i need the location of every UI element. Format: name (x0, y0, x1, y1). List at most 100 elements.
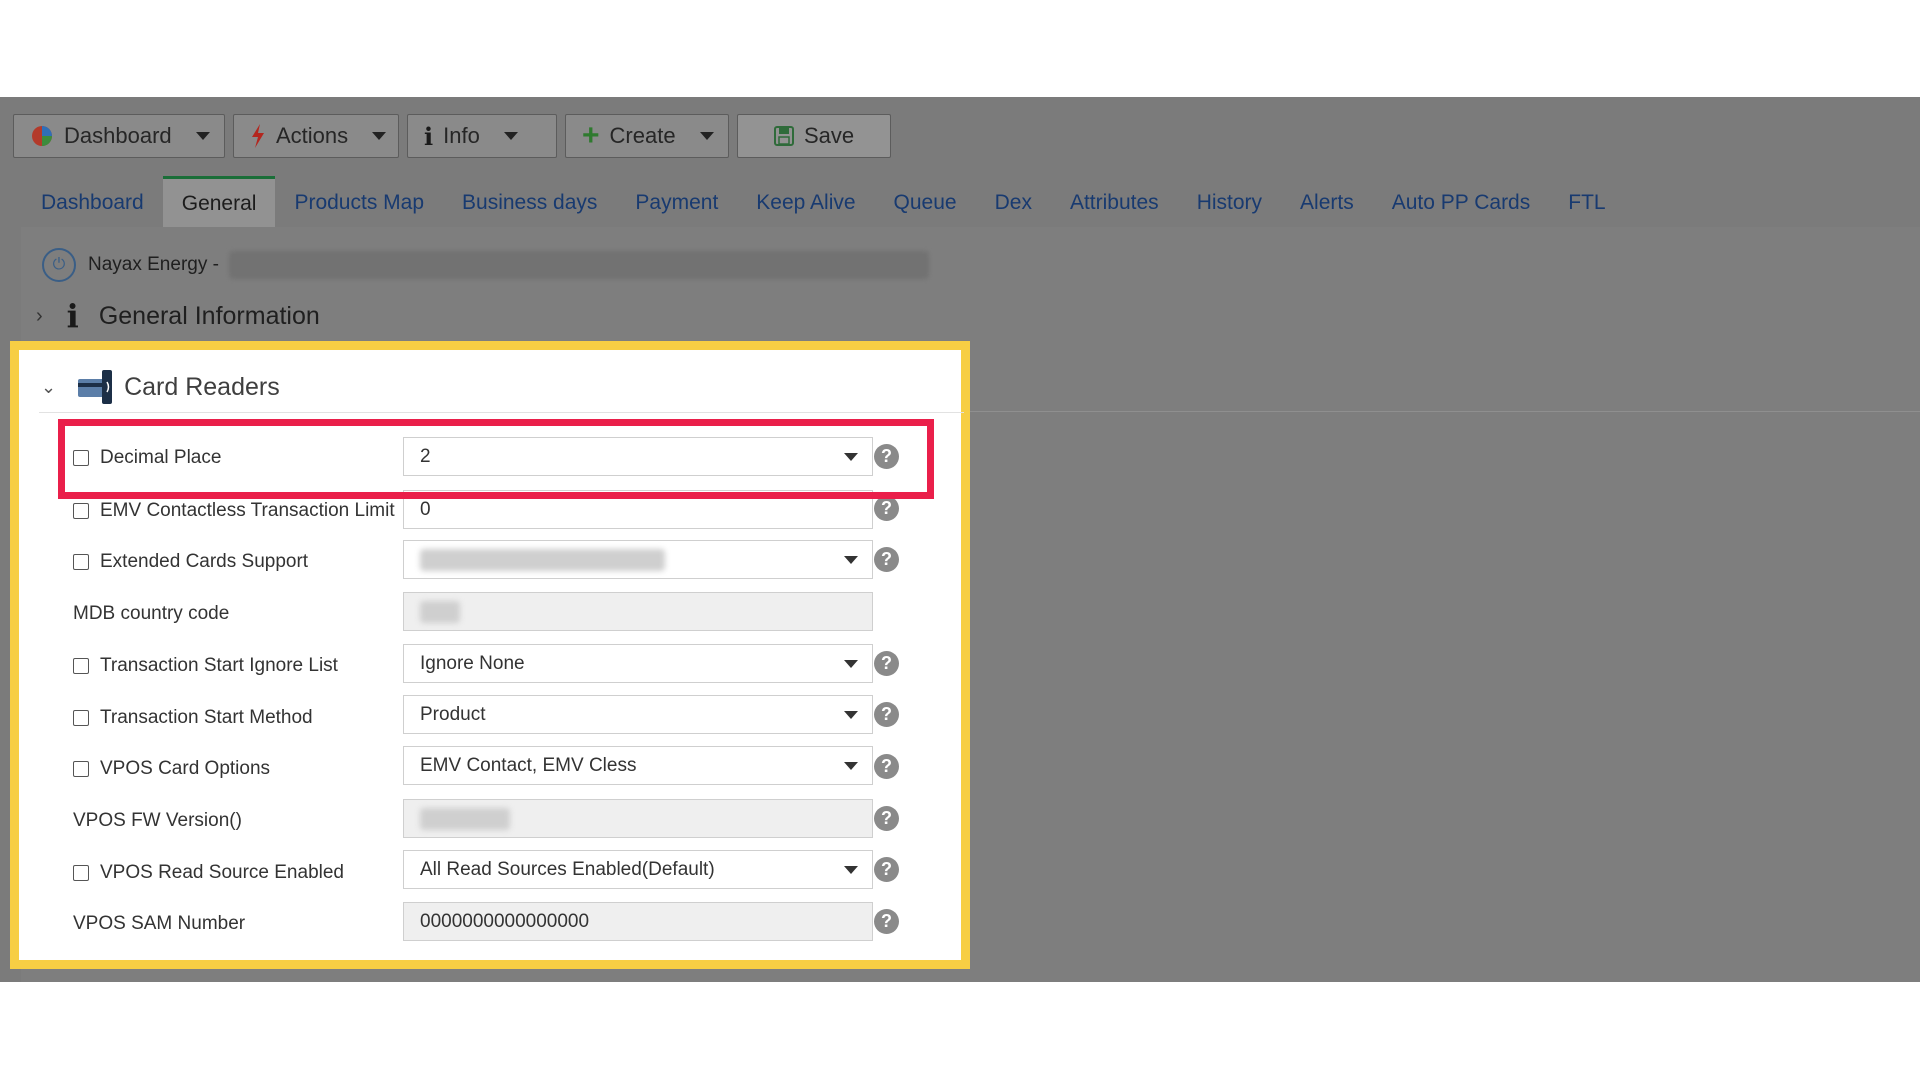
create-menu-button[interactable]: + Create (565, 114, 729, 158)
ts-ignore-row: Transaction Start Ignore List (73, 646, 430, 686)
card-readers-header[interactable]: ⌄ Card Readers (41, 370, 280, 404)
tab-history[interactable]: History (1178, 191, 1281, 227)
vpos-sam-value: 0000000000000000 (420, 910, 590, 932)
toolbar: Dashboard Actions i Info + Create Save (13, 114, 892, 160)
emv-limit-checkbox[interactable] (73, 503, 89, 519)
emv-limit-value: 0 (420, 498, 431, 520)
tab-business-days[interactable]: Business days (443, 191, 616, 227)
chevron-right-icon: › (36, 304, 43, 327)
tab-bar: Dashboard General Products Map Business … (22, 175, 1625, 227)
general-information-header[interactable]: › i General Information (36, 297, 320, 335)
card-readers-title: Card Readers (124, 372, 280, 401)
vpos-sam-label: VPOS SAM Number (73, 913, 246, 934)
chevron-down-icon: ⌄ (41, 376, 57, 397)
tab-auto-pp-cards[interactable]: Auto PP Cards (1373, 191, 1550, 227)
ts-ignore-label: Transaction Start Ignore List (100, 655, 338, 676)
ts-method-select[interactable]: Product (403, 695, 873, 734)
help-icon[interactable]: ? (874, 857, 899, 882)
tab-dex[interactable]: Dex (976, 191, 1051, 227)
help-icon[interactable]: ? (874, 754, 899, 779)
card-reader-icon (76, 370, 114, 404)
extended-cards-checkbox[interactable] (73, 554, 89, 570)
info-menu-button[interactable]: i Info (407, 114, 557, 158)
dropdown-arrow-icon (844, 866, 858, 874)
tab-attributes[interactable]: Attributes (1051, 191, 1178, 227)
vpos-card-row: VPOS Card Options (73, 749, 430, 789)
redacted-value (420, 600, 460, 623)
ts-method-value: Product (420, 703, 486, 725)
section-divider (965, 411, 1920, 412)
tab-ftl[interactable]: FTL (1549, 191, 1624, 227)
vpos-fw-field (403, 799, 873, 838)
help-icon[interactable]: ? (874, 702, 899, 727)
help-icon[interactable]: ? (874, 909, 899, 934)
dropdown-arrow-icon (844, 556, 858, 564)
mdb-country-row: MDB country code (73, 594, 430, 634)
help-icon[interactable]: ? (874, 496, 899, 521)
info-icon: i (66, 297, 79, 335)
actions-menu-button[interactable]: Actions (233, 114, 399, 158)
extended-cards-label: Extended Cards Support (100, 551, 309, 572)
redacted-value (420, 807, 510, 830)
vpos-card-select[interactable]: EMV Contact, EMV Cless (403, 746, 873, 785)
tab-alerts[interactable]: Alerts (1281, 191, 1373, 227)
vpos-card-value: EMV Contact, EMV Cless (420, 754, 637, 776)
tab-products-map[interactable]: Products Map (275, 191, 443, 227)
tab-queue[interactable]: Queue (875, 191, 976, 227)
dashboard-label: Dashboard (64, 123, 172, 148)
breadcrumb-prefix: Nayax Energy - (88, 254, 219, 275)
help-icon[interactable]: ? (874, 547, 899, 572)
vpos-read-select[interactable]: All Read Sources Enabled(Default) (403, 850, 873, 889)
create-label: Create (609, 123, 676, 148)
ts-method-checkbox[interactable] (73, 710, 89, 726)
tab-dashboard[interactable]: Dashboard (22, 191, 163, 227)
ts-method-label: Transaction Start Method (100, 707, 313, 728)
actions-label: Actions (276, 123, 349, 148)
ts-ignore-select[interactable]: Ignore None (403, 644, 873, 683)
ts-method-row: Transaction Start Method (73, 698, 430, 738)
chevron-down-icon (699, 132, 714, 140)
plug-icon: ⏻ (42, 248, 76, 282)
emv-limit-label: EMV Contactless Transaction Limit (100, 500, 395, 521)
dropdown-arrow-icon (844, 660, 858, 668)
general-information-title: General Information (98, 301, 320, 330)
decimal-place-highlight (58, 419, 934, 499)
vpos-card-label: VPOS Card Options (100, 758, 271, 779)
floppy-disk-icon (774, 126, 794, 146)
ts-ignore-checkbox[interactable] (73, 658, 89, 674)
redacted-value (420, 548, 665, 571)
chevron-down-icon (503, 132, 518, 140)
save-label: Save (804, 123, 855, 148)
save-button[interactable]: Save (737, 114, 892, 158)
lightning-icon (250, 124, 266, 148)
dropdown-arrow-icon (844, 762, 858, 770)
vpos-read-checkbox[interactable] (73, 865, 89, 881)
chevron-down-icon (195, 132, 210, 140)
plus-icon: + (582, 119, 600, 152)
info-icon: i (424, 121, 434, 151)
header-divider (39, 412, 964, 413)
help-icon[interactable]: ? (874, 806, 899, 831)
tab-payment[interactable]: Payment (616, 191, 737, 227)
dashboard-menu-button[interactable]: Dashboard (13, 114, 225, 158)
redacted-text (228, 251, 929, 279)
info-label: Info (443, 123, 480, 148)
breadcrumb: ⏻ Nayax Energy - (42, 248, 929, 282)
mdb-country-label: MDB country code (73, 603, 230, 624)
mdb-country-field (403, 592, 873, 631)
extended-cards-select[interactable] (403, 540, 873, 579)
dropdown-arrow-icon (844, 711, 858, 719)
vpos-sam-field: 0000000000000000 (403, 902, 873, 941)
vpos-fw-label: VPOS FW Version() (73, 810, 242, 831)
extended-cards-row: Extended Cards Support (73, 542, 430, 582)
vpos-read-row: VPOS Read Source Enabled (73, 853, 430, 893)
vpos-card-checkbox[interactable] (73, 761, 89, 777)
vpos-read-label: VPOS Read Source Enabled (100, 862, 344, 883)
tab-keep-alive[interactable]: Keep Alive (737, 191, 874, 227)
ts-ignore-value: Ignore None (420, 652, 525, 674)
pie-chart-icon (30, 124, 54, 148)
help-icon[interactable]: ? (874, 651, 899, 676)
chevron-down-icon (372, 132, 387, 140)
tab-general[interactable]: General (162, 176, 276, 227)
vpos-fw-row: VPOS FW Version() (73, 801, 430, 841)
